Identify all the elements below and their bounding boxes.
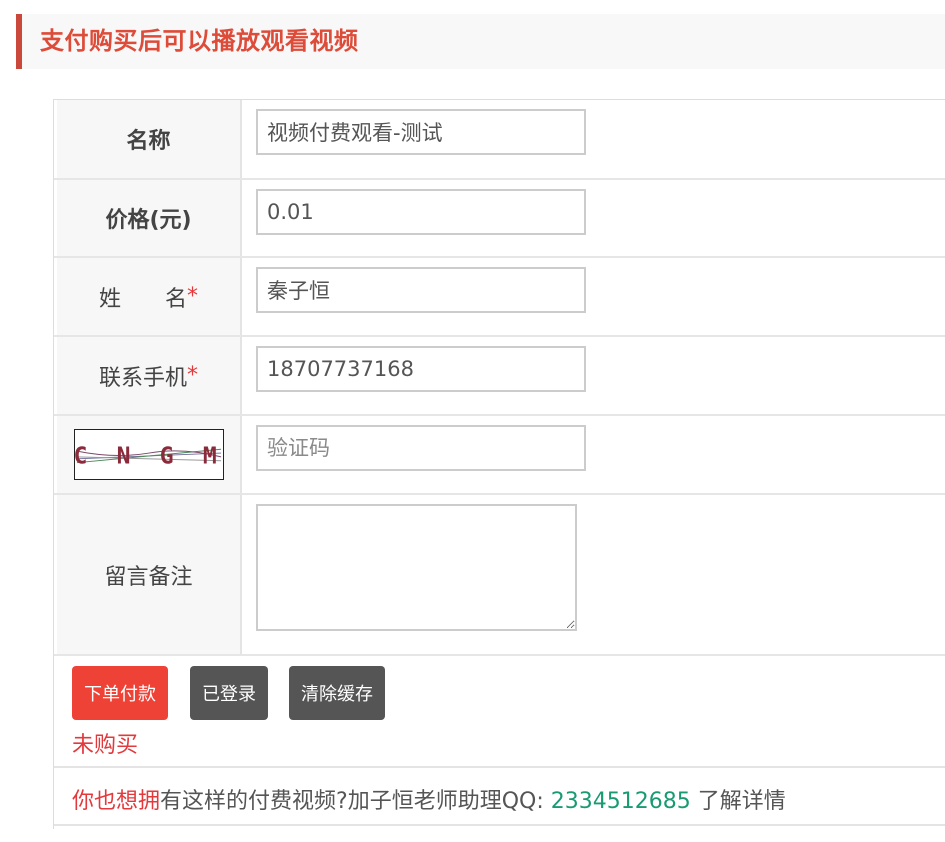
remark-textarea[interactable] <box>256 504 577 631</box>
page: 支付购买后可以播放观看视频 名称 价格(元) 姓 名* <box>0 0 945 842</box>
required-mark: * <box>187 284 198 309</box>
price-label: 价格(元) <box>57 180 242 256</box>
fullname-input[interactable] <box>256 267 586 313</box>
divider <box>54 766 945 768</box>
page-title: 支付购买后可以播放观看视频 <box>40 27 359 55</box>
form-row-fullname: 姓 名 * <box>54 258 945 337</box>
footer-suffix: 了解详情 <box>690 789 786 814</box>
captcha-text: C N G M <box>74 444 224 470</box>
phone-input[interactable] <box>256 346 586 392</box>
footer-highlight: 你也想拥 <box>72 789 161 814</box>
phone-value-cell <box>240 337 945 414</box>
form-row-remark: 留言备注 <box>54 495 945 656</box>
remark-value-cell <box>240 495 945 654</box>
footer-note: 你也想拥有这样的付费视频?加子恒老师助理QQ: 2334512685 了解详情 <box>72 783 786 815</box>
price-input[interactable] <box>256 189 586 235</box>
form-row-name: 名称 <box>54 100 945 180</box>
captcha-cell: C N G M <box>57 416 242 493</box>
pay-button[interactable]: 下单付款 <box>72 666 168 720</box>
form-row-phone: 联系手机 * <box>54 337 945 416</box>
order-form: 名称 价格(元) 姓 名* 联系手机* <box>53 99 945 829</box>
captcha-image[interactable]: C N G M <box>73 429 224 480</box>
product-name-input[interactable] <box>256 109 586 155</box>
name-value-cell <box>240 100 945 178</box>
price-value-cell <box>240 180 945 256</box>
footer-text: 有这样的付费视频?加子恒老师助理QQ: <box>160 789 551 814</box>
phone-label: 联系手机 * <box>57 337 242 414</box>
fullname-label-text: 姓 名 <box>98 286 187 312</box>
bottom-divider <box>54 824 945 826</box>
logged-in-button[interactable]: 已登录 <box>190 666 268 720</box>
captcha-input[interactable] <box>256 425 586 471</box>
remark-label: 留言备注 <box>57 495 242 654</box>
clear-cache-button[interactable]: 清除缓存 <box>289 666 385 720</box>
required-mark: * <box>187 363 198 388</box>
captcha-value-cell <box>240 416 945 493</box>
fullname-label: 姓 名 * <box>57 258 242 335</box>
form-row-price: 价格(元) <box>54 180 945 258</box>
phone-label-text: 联系手机 <box>98 365 187 391</box>
fullname-value-cell <box>240 258 945 335</box>
form-row-captcha: C N G M <box>54 416 945 495</box>
header-bar: 支付购买后可以播放观看视频 <box>16 14 945 69</box>
purchase-status: 未购买 <box>72 733 139 758</box>
name-label: 名称 <box>57 100 242 178</box>
qq-number[interactable]: 2334512685 <box>551 789 691 814</box>
